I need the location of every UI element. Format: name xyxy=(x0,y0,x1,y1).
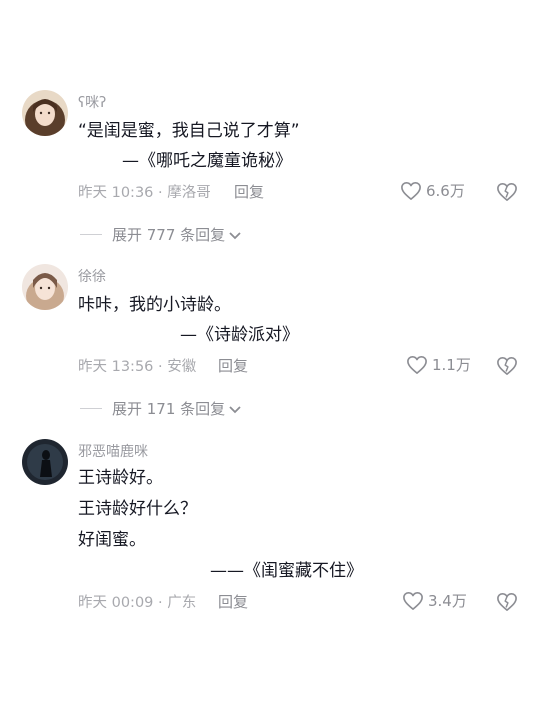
avatar[interactable] xyxy=(22,90,68,136)
comment-text-line: 咔咔，我的小诗龄。 xyxy=(78,295,231,315)
reply-button[interactable]: 回复 xyxy=(218,591,248,612)
heart-outline-icon xyxy=(403,591,423,610)
chevron-down-icon xyxy=(229,405,241,413)
reply-button[interactable]: 回复 xyxy=(218,355,248,376)
expand-replies-button[interactable]: 展开 777 条回复 xyxy=(80,224,242,245)
comment-text-line: ——《闺蜜藏不住》 xyxy=(210,561,363,581)
comment-text-line: “是闺是蜜，我自己说了才算” xyxy=(78,121,300,141)
chevron-down-icon xyxy=(229,231,241,239)
comment-text-line: 好闺蜜。 xyxy=(78,530,146,550)
avatar[interactable] xyxy=(22,264,68,310)
divider xyxy=(80,408,102,409)
comment-meta: 昨天 13:56 · 安徽 xyxy=(78,359,197,375)
reply-button[interactable]: 回复 xyxy=(234,181,264,202)
broken-heart-icon[interactable] xyxy=(496,182,518,202)
avatar[interactable] xyxy=(22,439,68,485)
comment-meta: 昨天 10:36 · 摩洛哥 xyxy=(78,185,211,201)
expand-replies-button[interactable]: 展开 171 条回复 xyxy=(80,398,242,419)
heart-outline-icon xyxy=(407,355,427,374)
comment-text-line: —《哪吒之魔童诡秘》 xyxy=(122,151,292,171)
username[interactable]: 邪恶喵鹿咪 xyxy=(78,441,148,461)
like-button[interactable]: 6.6万 xyxy=(400,180,465,201)
like-count: 3.4万 xyxy=(428,592,467,610)
heart-outline-icon xyxy=(401,181,421,200)
comment-text-line: —《诗龄派对》 xyxy=(180,325,299,345)
username[interactable]: ʕ咪ʔ xyxy=(78,92,106,112)
expand-replies-label: 展开 777 条回复 xyxy=(112,226,226,244)
username[interactable]: 徐徐 xyxy=(78,266,106,286)
comment-text-line: 王诗龄好什么？ xyxy=(78,499,197,519)
comment-meta: 昨天 00:09 · 广东 xyxy=(78,595,197,611)
broken-heart-icon[interactable] xyxy=(496,356,518,376)
divider xyxy=(80,234,102,235)
like-button[interactable]: 1.1万 xyxy=(406,354,471,375)
broken-heart-icon[interactable] xyxy=(496,592,518,612)
like-button[interactable]: 3.4万 xyxy=(402,590,467,611)
expand-replies-label: 展开 171 条回复 xyxy=(112,400,226,418)
like-count: 6.6万 xyxy=(426,182,465,200)
comment-text-line: 王诗龄好。 xyxy=(78,468,163,488)
like-count: 1.1万 xyxy=(432,356,471,374)
